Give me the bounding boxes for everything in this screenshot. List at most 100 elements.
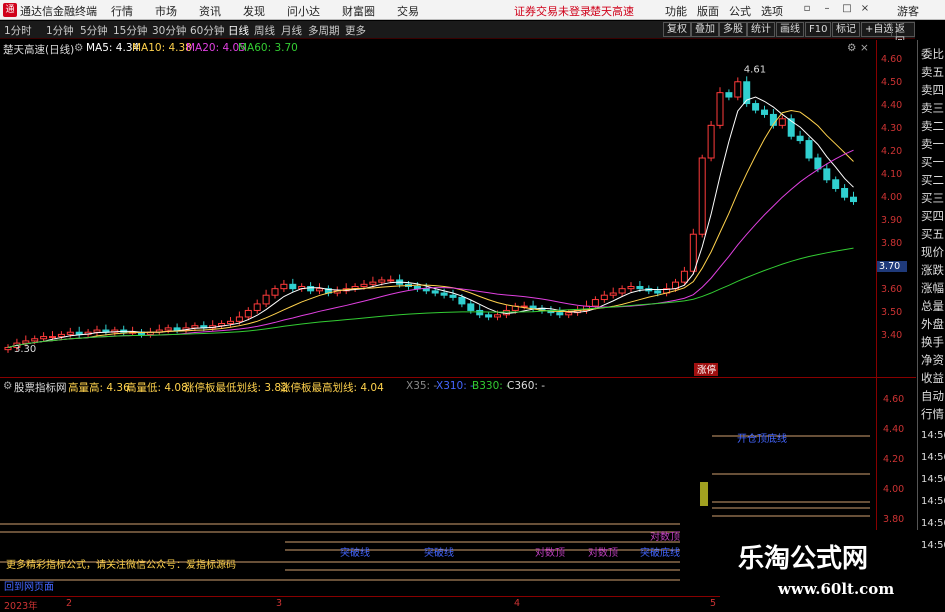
- maximize-icon[interactable]: □: [840, 2, 854, 16]
- side-label: 买二: [921, 173, 944, 187]
- tab-60min[interactable]: 60分钟: [190, 23, 224, 38]
- indicator-tick: 4.60: [883, 394, 905, 405]
- back-button[interactable]: 返回: [891, 22, 915, 48]
- indicator-limit-high-line: 涨停板最高划线: 4.04: [280, 382, 384, 394]
- candle-up: [244, 309, 252, 318]
- minimize-icon[interactable]: –: [820, 2, 834, 16]
- candle-down: [289, 283, 297, 290]
- side-time: 14:50: [921, 496, 945, 507]
- settings-icon[interactable]: ⚙: [847, 42, 856, 54]
- side-time: 14:50: [921, 430, 945, 441]
- menu-layout[interactable]: 版面: [697, 3, 719, 19]
- candle-up: [627, 285, 635, 290]
- title-bar: 通 通达信金融终端 行情 市场 资讯 发现 问小达 财富圈 交易 证券交易未登录…: [0, 0, 945, 20]
- menu-quotes[interactable]: 行情: [111, 3, 133, 19]
- settings-icon[interactable]: ⚙: [3, 380, 12, 392]
- login-warning[interactable]: 证券交易未登录: [514, 3, 591, 19]
- quote-side-panel: 委比 卖五 卖四 卖三 卖二 卖一 买一 买二 买三 买四 买五 现价 涨跌 涨…: [917, 40, 945, 609]
- ma5-line: [7, 96, 854, 348]
- user-label[interactable]: 游客: [897, 3, 919, 19]
- mark-button[interactable]: 标记: [832, 22, 860, 37]
- side-label: 卖一: [921, 137, 944, 151]
- close-icon[interactable]: ×: [858, 2, 872, 16]
- indicator-tick: 3.80: [883, 514, 905, 525]
- candle-down: [440, 292, 448, 296]
- menu-formula[interactable]: 公式: [729, 3, 751, 19]
- candle-up: [698, 157, 706, 235]
- side-label: 外盘: [921, 317, 944, 331]
- side-label: 净资: [921, 353, 944, 367]
- indicator-tick: 4.20: [883, 454, 905, 465]
- menu-discover[interactable]: 发现: [243, 3, 265, 19]
- tab-30min[interactable]: 30分钟: [152, 23, 186, 38]
- candle-up: [227, 320, 234, 325]
- menu-ask[interactable]: 问小达: [287, 3, 320, 19]
- stock-link[interactable]: 楚天高速: [590, 3, 634, 19]
- indicator-high-volume-low: 高量低: 4.08: [126, 382, 188, 394]
- candle-down: [413, 285, 421, 290]
- ma10-line: [7, 110, 854, 348]
- candle-up: [271, 288, 279, 296]
- indicator-label: 突破线: [424, 546, 454, 559]
- menu-function[interactable]: 功能: [665, 3, 687, 19]
- side-label[interactable]: 自动: [921, 388, 944, 404]
- app-name: 通达信金融终端: [20, 5, 97, 18]
- tab-weekly[interactable]: 周线: [254, 23, 275, 38]
- watermark-title: 乐淘公式网: [738, 544, 869, 574]
- indicator-tick: 4.00: [883, 484, 905, 495]
- candlestick-chart[interactable]: 4.61 3.30 涨停: [0, 56, 876, 376]
- indicator-name[interactable]: 股票指标网: [14, 380, 67, 395]
- side-label: 买四: [921, 209, 944, 223]
- stock-title[interactable]: 楚天高速(日线): [3, 42, 74, 57]
- tab-monthly[interactable]: 月线: [281, 23, 302, 38]
- watermark-url: www.60lt.com: [778, 580, 895, 598]
- menu-trade[interactable]: 交易: [397, 3, 419, 19]
- candle-down: [529, 305, 537, 309]
- multi-stock-button[interactable]: 多股: [719, 22, 747, 37]
- tab-multi-period[interactable]: 多周期: [308, 23, 340, 38]
- settings-icon[interactable]: ⚙: [74, 42, 83, 54]
- indicator-b330: B330: -: [472, 380, 510, 392]
- stats-button[interactable]: 统计: [747, 22, 775, 37]
- menu-news[interactable]: 资讯: [199, 3, 221, 19]
- tab-15min[interactable]: 15分钟: [113, 23, 147, 38]
- candle-up: [235, 316, 243, 322]
- back-to-web-link: 回到网页面: [4, 581, 54, 593]
- candle-up: [378, 279, 386, 283]
- side-label: 卖三: [921, 101, 944, 115]
- menu-wealth[interactable]: 财富圈: [342, 3, 375, 19]
- tab-daily[interactable]: 日线: [228, 23, 249, 38]
- indicator-label: 对数顶: [650, 530, 680, 543]
- indicator-x35: X35: -: [406, 380, 438, 392]
- f10-button[interactable]: F10: [805, 22, 832, 37]
- tab-1min-time[interactable]: 1分时: [4, 23, 32, 38]
- candle-up: [778, 118, 786, 126]
- tab-5min[interactable]: 5分钟: [80, 23, 108, 38]
- indicator-limit-low-line: 涨停板最低划线: 3.82: [184, 382, 288, 394]
- candle-down: [431, 290, 439, 294]
- side-label: 收益: [921, 371, 944, 385]
- indicator-tick: 4.40: [883, 424, 905, 435]
- side-time: 14:50: [921, 518, 945, 529]
- overlay-button[interactable]: 叠加: [691, 22, 719, 37]
- candle-up: [93, 329, 101, 333]
- indicator-high-volume-high: 高量高: 4.36: [68, 382, 130, 394]
- menu-options[interactable]: 选项: [761, 3, 783, 19]
- candle-up: [57, 333, 65, 338]
- indicator-label: 突破线: [340, 546, 370, 559]
- side-label[interactable]: 行情: [921, 406, 944, 422]
- side-label: 现价: [921, 245, 944, 259]
- candle-up: [66, 331, 74, 335]
- menu-market[interactable]: 市场: [155, 3, 177, 19]
- price-tick: 4.00: [881, 192, 903, 203]
- tab-1min[interactable]: 1分钟: [46, 23, 74, 38]
- indicator-label: 对数顶: [535, 546, 565, 559]
- adjust-button[interactable]: 复权: [663, 22, 691, 37]
- candle-down: [832, 179, 840, 189]
- side-label: 买三: [921, 191, 944, 205]
- restore-icon[interactable]: ▫: [800, 2, 814, 16]
- candle-down: [636, 285, 644, 290]
- tab-more[interactable]: 更多: [345, 23, 366, 38]
- close-icon[interactable]: ×: [860, 42, 869, 54]
- draw-line-button[interactable]: 画线: [776, 22, 804, 37]
